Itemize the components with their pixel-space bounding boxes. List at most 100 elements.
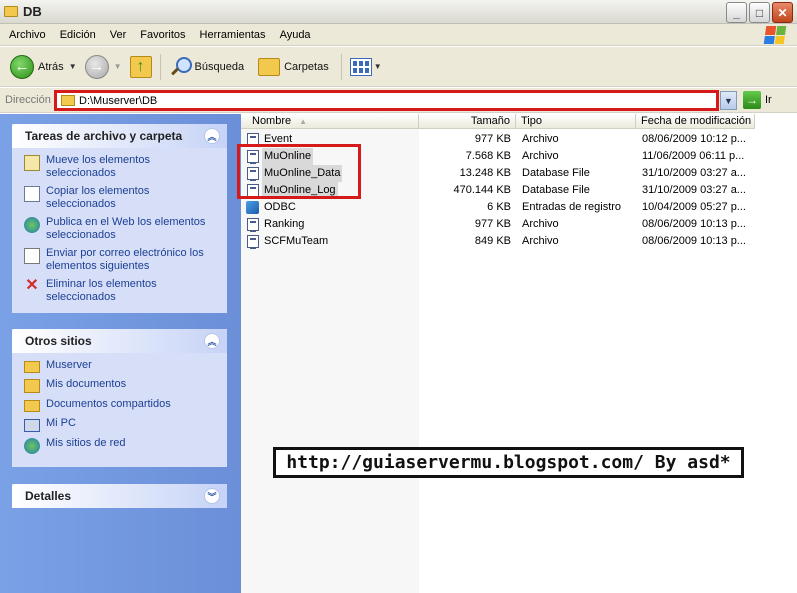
- chevron-down-icon[interactable]: ▼: [374, 62, 382, 71]
- place-label: Documentos compartidos: [46, 398, 171, 410]
- task-move[interactable]: Mueve los elementos seleccionados: [24, 154, 217, 180]
- menu-edicion[interactable]: Edición: [53, 29, 103, 41]
- column-modified-label: Fecha de modificación: [641, 115, 752, 127]
- chevron-down-icon[interactable]: ▼: [114, 62, 122, 71]
- maximize-button[interactable]: □: [749, 2, 770, 23]
- task-web-publish[interactable]: Publica en el Web los elementos seleccio…: [24, 216, 217, 242]
- file-size: 470.144 KB: [453, 184, 512, 196]
- window-controls: _ □ ✕: [726, 2, 793, 23]
- forward-button[interactable]: → ▼: [81, 51, 126, 83]
- file-row[interactable]: Ranking 977 KB Archivo 08/06/2009 10:13 …: [241, 216, 797, 233]
- file-name: ODBC: [264, 201, 296, 213]
- go-button[interactable]: → Ir: [743, 91, 772, 109]
- file-row[interactable]: ODBC 6 KB Entradas de registro 10/04/200…: [241, 199, 797, 216]
- task-label: Publica en el Web los elementos seleccio…: [46, 216, 206, 241]
- task-copy[interactable]: Copiar los elementos seleccionados: [24, 185, 217, 211]
- menu-favoritos[interactable]: Favoritos: [133, 29, 192, 41]
- windows-logo-icon: [763, 26, 787, 44]
- task-label: Copiar los elementos seleccionados: [46, 185, 150, 210]
- network-icon: [24, 438, 40, 454]
- place-label: Mis sitios de red: [46, 437, 126, 449]
- up-folder-icon: ↑: [129, 55, 152, 78]
- menu-ver[interactable]: Ver: [103, 29, 134, 41]
- web-publish-icon: [24, 217, 40, 233]
- tasks-panel-header[interactable]: Tareas de archivo y carpeta ︽: [12, 124, 227, 148]
- places-panel-header[interactable]: Otros sitios ︽: [12, 329, 227, 353]
- toolbar-divider: [340, 53, 342, 80]
- address-dropdown-button[interactable]: ▼: [720, 91, 737, 110]
- place-label: Mis documentos: [46, 378, 127, 390]
- title-bar[interactable]: DB _ □ ✕: [0, 0, 797, 24]
- expand-icon[interactable]: ︾: [204, 488, 220, 504]
- file-type: Archivo: [522, 218, 559, 230]
- file-modified: 31/10/2009 03:27 a...: [642, 167, 746, 179]
- folders-label: Carpetas: [284, 60, 329, 73]
- place-label: Muserver: [46, 359, 92, 371]
- file-size: 977 KB: [474, 218, 511, 230]
- tasks-panel: Tareas de archivo y carpeta ︽ Mueve los …: [12, 124, 227, 313]
- toolbar-divider: [159, 53, 161, 80]
- folders-button[interactable]: Carpetas: [254, 51, 333, 83]
- window-title: DB: [23, 4, 42, 19]
- details-panel-title: Detalles: [25, 489, 72, 503]
- registry-file-icon: [246, 201, 259, 214]
- back-arrow-icon: ←: [10, 54, 34, 79]
- menu-archivo[interactable]: Archivo: [0, 29, 53, 41]
- task-email[interactable]: Enviar por correo electrónico los elemen…: [24, 247, 217, 273]
- file-row[interactable]: SCFMuTeam 849 KB Archivo 08/06/2009 10:1…: [241, 233, 797, 250]
- column-name-label: Nombre: [252, 115, 292, 127]
- collapse-icon[interactable]: ︽: [204, 333, 220, 349]
- file-type: Entradas de registro: [522, 201, 622, 213]
- task-pane: Tareas de archivo y carpeta ︽ Mueve los …: [0, 114, 241, 593]
- search-button[interactable]: Búsqueda: [165, 51, 249, 83]
- column-header-modified[interactable]: Fecha de modificación: [636, 114, 755, 129]
- place-mis-sitios-de-red[interactable]: Mis sitios de red: [24, 437, 217, 454]
- place-muserver[interactable]: Muserver: [24, 359, 217, 373]
- details-panel: Detalles ︾: [12, 484, 227, 508]
- folder-icon: [4, 6, 18, 17]
- column-header-size[interactable]: Tamaño: [419, 114, 516, 129]
- column-header-type[interactable]: Tipo: [516, 114, 636, 129]
- place-mi-pc[interactable]: Mi PC: [24, 417, 217, 432]
- place-documentos-compartidos[interactable]: Documentos compartidos: [24, 398, 217, 412]
- forward-arrow-icon: →: [84, 54, 109, 79]
- places-panel-body: Muserver Mis documentos Documentos compa…: [12, 353, 227, 469]
- task-label: Mueve los elementos seleccionados: [46, 154, 150, 179]
- go-arrow-icon: →: [743, 91, 761, 109]
- documents-icon: [24, 379, 40, 393]
- search-label: Búsqueda: [194, 60, 245, 73]
- back-button[interactable]: ← Atrás ▼: [6, 51, 81, 83]
- address-input[interactable]: D:\Muserver\DB: [54, 90, 719, 111]
- file-name: SCFMuTeam: [264, 235, 329, 247]
- views-button[interactable]: ▼: [346, 51, 386, 83]
- file-size: 849 KB: [474, 235, 511, 247]
- collapse-icon[interactable]: ︽: [204, 128, 220, 144]
- menu-herramientas[interactable]: Herramientas: [193, 29, 273, 41]
- file-type: Database File: [522, 184, 590, 196]
- menu-ayuda[interactable]: Ayuda: [273, 29, 318, 41]
- url-banner: http://guiaservermu.blogspot.com/ By asd…: [273, 447, 744, 478]
- places-panel-title: Otros sitios: [25, 334, 92, 348]
- file-modified: 11/06/2009 06:11 p...: [642, 150, 745, 162]
- file-type: Archivo: [522, 133, 559, 145]
- column-header-name[interactable]: Nombre ▲: [241, 114, 419, 129]
- computer-icon: [24, 419, 40, 432]
- email-icon: [24, 248, 40, 264]
- go-label: Ir: [765, 94, 772, 106]
- task-delete[interactable]: ✕ Eliminar los elementos seleccionados: [24, 278, 217, 304]
- column-size-label: Tamaño: [470, 115, 510, 127]
- folder-icon: [24, 361, 40, 373]
- file-icon: [247, 235, 259, 249]
- chevron-down-icon[interactable]: ▼: [69, 62, 77, 71]
- minimize-button[interactable]: _: [726, 2, 747, 23]
- close-button[interactable]: ✕: [772, 2, 793, 23]
- highlight-box: [237, 144, 361, 199]
- details-panel-header[interactable]: Detalles ︾: [12, 484, 227, 508]
- up-folder-button[interactable]: ↑: [126, 51, 156, 83]
- place-label: Mi PC: [46, 417, 76, 429]
- address-value: D:\Muserver\DB: [79, 94, 158, 107]
- copy-icon: [24, 186, 40, 202]
- place-mis-documentos[interactable]: Mis documentos: [24, 378, 217, 393]
- sort-ascending-icon: ▲: [299, 117, 308, 126]
- places-panel: Otros sitios ︽ Muserver Mis documentos D…: [12, 329, 227, 467]
